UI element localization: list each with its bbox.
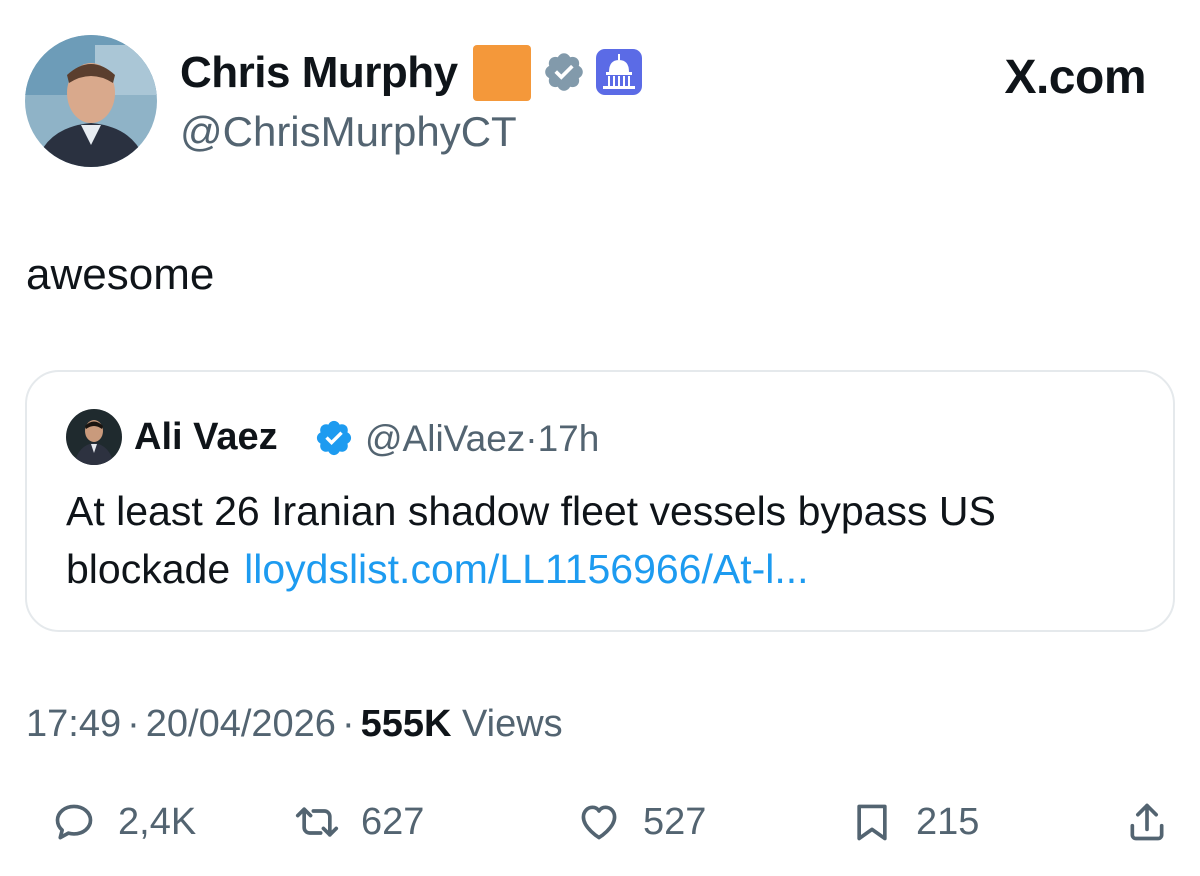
quoted-author-name[interactable]: Ali Vaez: [134, 416, 278, 459]
quoted-author-handle-time: @AliVaez·17h: [365, 418, 599, 460]
share-button[interactable]: [1125, 798, 1169, 846]
time-separator: ·: [525, 418, 538, 459]
quoted-text-line-2: blockade lloydslist.com/LL1156966/At-l...: [66, 546, 809, 593]
author-name[interactable]: Chris Murphy: [180, 48, 458, 98]
like-count: 527: [643, 800, 707, 843]
like-button[interactable]: 527: [577, 798, 706, 846]
quoted-time-ago[interactable]: 17h: [538, 418, 600, 459]
bookmark-button[interactable]: 215: [850, 798, 979, 846]
reply-count: 2,4K: [118, 800, 197, 843]
author-handle[interactable]: @ChrisMurphyCT: [180, 108, 517, 156]
like-icon: [581, 805, 617, 840]
quoted-author-handle[interactable]: @AliVaez: [365, 418, 525, 459]
meta-separator-1: ·: [127, 703, 140, 745]
bookmark-count: 215: [916, 800, 980, 843]
capitol-badge-icon: [596, 49, 642, 95]
orange-square-emoji-icon: [473, 45, 531, 101]
quoted-author-avatar[interactable]: [66, 409, 122, 465]
quoted-link[interactable]: lloydslist.com/LL1156966/At-l...: [244, 546, 808, 592]
repost-button[interactable]: 627: [295, 798, 424, 846]
tweet-text: awesome: [26, 250, 215, 299]
author-avatar[interactable]: [25, 35, 157, 167]
quoted-tweet-card[interactable]: Ali Vaez @AliVaez·17h At least 26 Irania…: [25, 370, 1175, 632]
repost-count: 627: [361, 800, 425, 843]
tweet-time[interactable]: 17:49: [26, 703, 121, 745]
bookmark-icon: [857, 804, 887, 841]
meta-separator-2: ·: [341, 703, 355, 745]
quoted-text-line-1: At least 26 Iranian shadow fleet vessels…: [66, 488, 996, 534]
verified-blue-icon: [316, 420, 352, 456]
verified-grey-icon: [545, 53, 583, 91]
reply-button[interactable]: 2,4K: [52, 798, 196, 846]
views-count: 555K: [360, 703, 452, 745]
reply-icon: [55, 804, 93, 840]
share-icon: [1130, 803, 1164, 841]
tweet-date[interactable]: 20/04/2026: [146, 703, 336, 745]
repost-icon: [295, 807, 339, 837]
views-label: Views: [462, 703, 563, 745]
tweet-meta: 17:49 · 20/04/2026 · 555K Views: [26, 703, 563, 746]
quoted-text-line-2-text: blockade: [66, 546, 231, 592]
site-label: X.com: [1004, 51, 1146, 104]
